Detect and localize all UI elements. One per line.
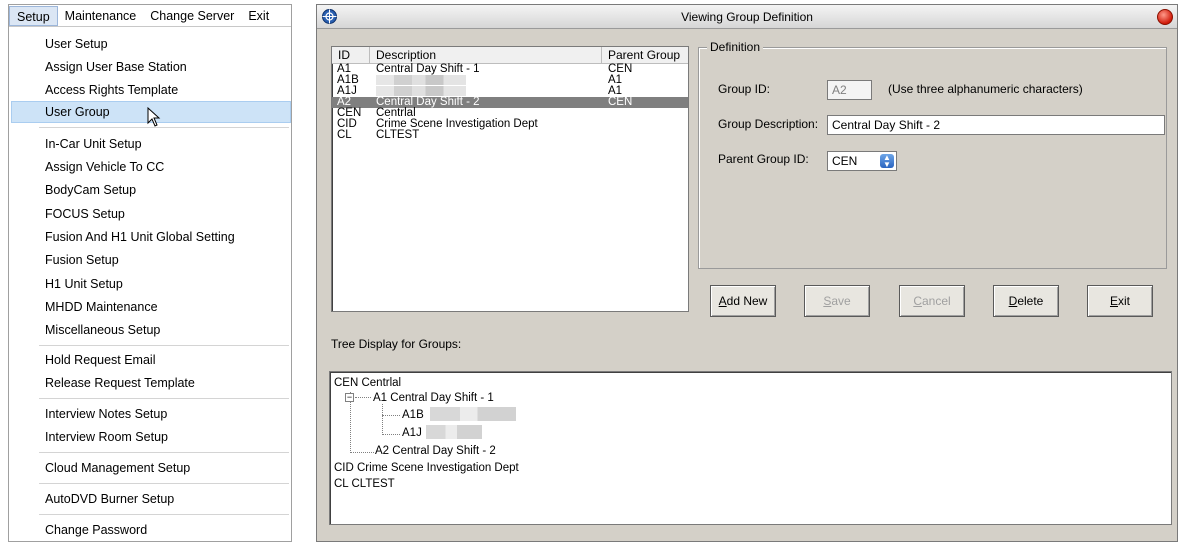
menu-item-assign-vehicle-to-cc[interactable]: Assign Vehicle To CC xyxy=(9,156,291,178)
row-description: CLTEST xyxy=(376,129,420,141)
menu-item-access-rights-template[interactable]: Access Rights Template xyxy=(9,79,291,101)
menu-item-interview-notes-setup[interactable]: Interview Notes Setup xyxy=(9,403,291,425)
menu-item-release-request-template[interactable]: Release Request Template xyxy=(9,372,291,394)
row-description: Central Day Shift - 1 xyxy=(376,63,480,75)
mouse-pointer-icon xyxy=(147,107,161,127)
menubar-change-server[interactable]: Change Server xyxy=(143,6,241,26)
row-parent: CEN xyxy=(608,96,633,108)
delete-button[interactable]: Delete xyxy=(993,285,1059,317)
tree-connector xyxy=(382,415,400,416)
tree-connector xyxy=(350,452,374,453)
group-definition-window: Viewing Group Definition ID Description … xyxy=(316,4,1178,542)
column-header-parent-group[interactable]: Parent Group xyxy=(602,47,686,64)
menubar: Setup Maintenance Change Server Exit xyxy=(9,5,291,27)
menubar-setup[interactable]: Setup xyxy=(9,5,58,26)
tree-connector xyxy=(355,397,371,398)
menu-item-miscellaneous-setup[interactable]: Miscellaneous Setup xyxy=(9,319,291,341)
setup-menu-panel: Setup Maintenance Change Server Exit Use… xyxy=(8,4,292,542)
window-title: Viewing Group Definition xyxy=(681,10,813,24)
group-description-field[interactable]: Central Day Shift - 2 xyxy=(827,115,1165,135)
list-header: ID Description Parent Group xyxy=(332,47,688,64)
menu-item-cloud-management-setup[interactable]: Cloud Management Setup xyxy=(9,457,291,479)
tree-node-cl[interactable]: CL CLTEST xyxy=(334,478,395,490)
menubar-maintenance[interactable]: Maintenance xyxy=(58,6,144,26)
menu-separator xyxy=(39,514,289,515)
menu-item-fusion-h1-global-setting[interactable]: Fusion And H1 Unit Global Setting xyxy=(9,226,291,248)
row-parent xyxy=(608,130,688,141)
parent-group-value: CEN xyxy=(832,154,858,168)
menu-item-mhdd-maintenance[interactable]: MHDD Maintenance xyxy=(9,296,291,318)
spinner-icon[interactable]: ▲ ▼ xyxy=(880,154,894,169)
tree-node-a1b[interactable]: A1B xyxy=(402,409,424,421)
list-row[interactable]: CL CLTEST xyxy=(332,129,688,141)
column-header-description[interactable]: Description xyxy=(370,47,602,64)
tree-node-cen[interactable]: CEN Centrlal xyxy=(334,377,401,389)
menu-separator xyxy=(39,483,289,484)
exit-button[interactable]: Exit xyxy=(1087,285,1153,317)
group-list[interactable]: ID Description Parent Group A1 Central D… xyxy=(331,46,689,312)
menu-separator xyxy=(39,452,289,453)
row-id: CL xyxy=(337,129,352,141)
redacted-block xyxy=(376,75,466,85)
menu-item-user-setup[interactable]: User Setup xyxy=(9,33,291,55)
row-description-redacted xyxy=(376,75,608,86)
redacted-block xyxy=(430,407,516,421)
window-titlebar[interactable]: Viewing Group Definition xyxy=(317,5,1177,29)
menu-item-focus-setup[interactable]: FOCUS Setup xyxy=(9,203,291,225)
menu-item-h1-unit-setup[interactable]: H1 Unit Setup xyxy=(9,273,291,295)
tree-node-a1j[interactable]: A1J xyxy=(402,427,422,439)
tree-display-label: Tree Display for Groups: xyxy=(331,337,462,351)
menu-item-assign-user-base-station[interactable]: Assign User Base Station xyxy=(9,56,291,78)
menu-item-hold-request-email[interactable]: Hold Request Email xyxy=(9,349,291,371)
tree-node-cid[interactable]: CID Crime Scene Investigation Dept xyxy=(334,462,519,474)
parent-group-label: Parent Group ID: xyxy=(718,152,809,166)
group-tree[interactable]: CEN Centrlal − A1 Central Day Shift - 1 … xyxy=(329,371,1172,525)
list-row[interactable]: A1 Central Day Shift - 1 CEN xyxy=(332,63,688,75)
group-id-hint: (Use three alphanumeric characters) xyxy=(888,82,1083,96)
menu-item-in-car-unit-setup[interactable]: In-Car Unit Setup xyxy=(9,133,291,155)
collapse-icon[interactable]: − xyxy=(345,393,354,402)
tree-connector xyxy=(382,404,383,435)
redacted-block xyxy=(376,86,466,96)
menu-separator xyxy=(39,345,289,346)
definition-legend: Definition xyxy=(707,40,764,54)
group-id-label: Group ID: xyxy=(718,82,771,96)
save-button[interactable]: Save xyxy=(804,285,870,317)
menu-separator xyxy=(39,398,289,399)
redacted-block xyxy=(426,425,482,439)
menu-item-bodycam-setup[interactable]: BodyCam Setup xyxy=(9,179,291,201)
tree-node-a2[interactable]: A2 Central Day Shift - 2 xyxy=(375,445,496,457)
tree-connector xyxy=(382,434,400,435)
menu-separator xyxy=(39,127,289,128)
menu-item-autodvd-burner-setup[interactable]: AutoDVD Burner Setup xyxy=(9,488,291,510)
row-parent xyxy=(608,119,688,130)
group-id-field[interactable]: A2 xyxy=(827,80,872,100)
list-row[interactable]: A1B A1 xyxy=(332,74,688,86)
parent-group-select[interactable]: CEN ▲ ▼ xyxy=(827,151,897,171)
cancel-button[interactable]: Cancel xyxy=(899,285,965,317)
menu-item-interview-room-setup[interactable]: Interview Room Setup xyxy=(9,426,291,448)
menubar-exit[interactable]: Exit xyxy=(241,6,276,26)
tree-node-a1[interactable]: A1 Central Day Shift - 1 xyxy=(373,392,494,404)
column-header-id[interactable]: ID xyxy=(332,47,370,64)
row-parent xyxy=(608,108,688,119)
definition-groupbox: Definition Group ID: A2 (Use three alpha… xyxy=(698,40,1167,269)
close-icon[interactable] xyxy=(1157,9,1173,25)
menu-item-change-password[interactable]: Change Password xyxy=(9,519,291,541)
add-new-button[interactable]: Add New xyxy=(710,285,776,317)
group-description-label: Group Description: xyxy=(718,117,819,131)
menu-item-fusion-setup[interactable]: Fusion Setup xyxy=(9,249,291,271)
